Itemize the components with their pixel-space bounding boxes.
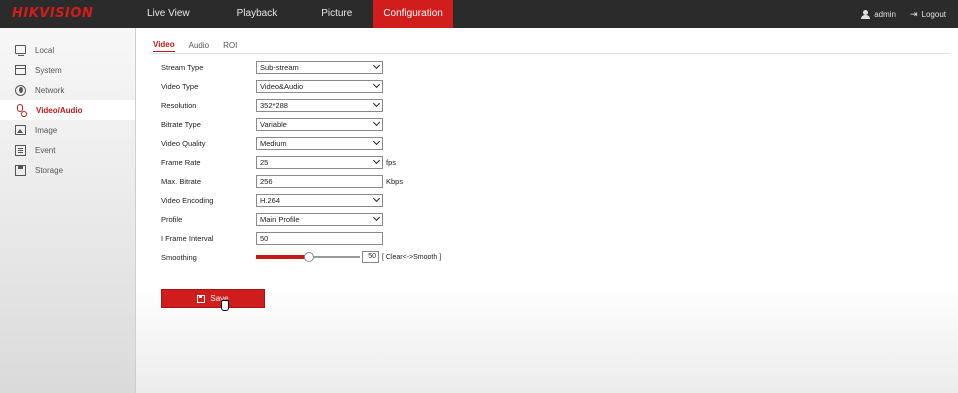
bitrate-type-select[interactable]: Variable bbox=[256, 117, 383, 131]
video-type-label: Video Type bbox=[161, 81, 199, 91]
main-nav: Live View Playback Picture Configuration bbox=[136, 0, 453, 28]
sidebar-item-label: Video/Audio bbox=[36, 105, 83, 115]
resolution-select[interactable]: 352*288 bbox=[256, 98, 383, 112]
top-navigation-bar: HIKVISION Live View Playback Picture Con… bbox=[0, 0, 958, 28]
sidebar-item-image[interactable]: Image bbox=[0, 120, 135, 140]
chevron-down-icon bbox=[373, 139, 379, 145]
resolution-row: Resolution 352*288 bbox=[161, 98, 383, 112]
sidebar-item-label: Local bbox=[35, 45, 55, 55]
i-frame-interval-input[interactable]: 50 bbox=[256, 231, 383, 245]
frame-rate-row: Frame Rate 25 fps bbox=[161, 155, 396, 169]
monitor-icon bbox=[15, 44, 26, 56]
sidebar-item-local[interactable]: Local bbox=[0, 40, 135, 60]
stream-type-row: Stream Type Sub-stream bbox=[161, 60, 383, 74]
chevron-down-icon bbox=[373, 82, 379, 88]
video-quality-row: Video Quality Medium bbox=[161, 136, 383, 150]
i-frame-interval-label: I Frame Interval bbox=[161, 233, 214, 243]
network-icon bbox=[15, 84, 26, 96]
sidebar-item-storage[interactable]: Storage bbox=[0, 160, 135, 180]
video-quality-label: Video Quality bbox=[161, 138, 206, 148]
video-type-row: Video Type Video&Audio bbox=[161, 79, 383, 93]
frame-rate-label: Frame Rate bbox=[161, 157, 201, 167]
sidebar: Local System Network Video/Audio Image E… bbox=[0, 28, 136, 393]
video-encoding-select[interactable]: H.264 bbox=[256, 193, 383, 207]
username-label[interactable]: admin bbox=[874, 10, 896, 19]
main-panel: Video Audio ROI Stream Type Sub-stream V… bbox=[136, 28, 958, 393]
profile-label: Profile bbox=[161, 214, 183, 224]
smoothing-hint: [ Clear<->Smooth ] bbox=[382, 253, 442, 261]
sidebar-item-label: System bbox=[35, 65, 62, 75]
nav-playback[interactable]: Playback bbox=[226, 0, 289, 28]
user-area: admin ⇥ Logout bbox=[861, 0, 946, 28]
slider-thumb[interactable] bbox=[304, 251, 314, 262]
system-icon bbox=[15, 65, 26, 75]
video-encoding-value: H.264 bbox=[260, 195, 281, 205]
video-quality-select[interactable]: Medium bbox=[256, 136, 383, 150]
hand-cursor-icon bbox=[221, 300, 229, 311]
save-button[interactable]: Save bbox=[161, 289, 265, 308]
video-encoding-label: Video Encoding bbox=[161, 195, 214, 205]
i-frame-interval-row: I Frame Interval 50 bbox=[161, 231, 383, 245]
stream-type-label: Stream Type bbox=[161, 62, 204, 72]
chevron-down-icon bbox=[373, 63, 379, 69]
video-type-value: Video&Audio bbox=[260, 81, 304, 91]
video-audio-icon bbox=[15, 104, 27, 117]
bitrate-type-row: Bitrate Type Variable bbox=[161, 117, 383, 131]
bitrate-type-label: Bitrate Type bbox=[161, 119, 201, 129]
video-quality-value: Medium bbox=[260, 138, 287, 148]
nav-configuration[interactable]: Configuration bbox=[373, 0, 453, 28]
stream-type-select[interactable]: Sub-stream bbox=[256, 60, 383, 74]
sidebar-item-network[interactable]: Network bbox=[0, 80, 135, 100]
smoothing-slider[interactable] bbox=[256, 251, 360, 263]
sidebar-item-label: Event bbox=[35, 145, 56, 155]
tab-bar: Video Audio ROI bbox=[153, 38, 251, 52]
smoothing-label: Smoothing bbox=[161, 252, 197, 262]
sidebar-item-label: Image bbox=[35, 125, 58, 135]
resolution-value: 352*288 bbox=[260, 100, 288, 110]
profile-row: Profile Main Profile bbox=[161, 212, 383, 226]
nav-picture[interactable]: Picture bbox=[310, 0, 363, 28]
chevron-down-icon bbox=[373, 215, 379, 221]
frame-rate-value: 25 bbox=[260, 157, 269, 167]
tab-roi[interactable]: ROI bbox=[223, 41, 237, 52]
slider-fill bbox=[256, 254, 308, 259]
logout-link[interactable]: Logout bbox=[922, 10, 946, 19]
event-icon bbox=[15, 144, 26, 156]
tab-audio[interactable]: Audio bbox=[189, 41, 209, 52]
sidebar-item-label: Network bbox=[35, 85, 65, 95]
hikvision-logo: HIKVISION bbox=[12, 6, 94, 21]
max-bitrate-label: Max. Bitrate bbox=[161, 176, 202, 186]
sidebar-item-system[interactable]: System bbox=[0, 60, 135, 80]
sidebar-item-label: Storage bbox=[35, 165, 64, 175]
user-icon bbox=[861, 9, 871, 19]
bitrate-type-value: Variable bbox=[260, 119, 287, 129]
max-bitrate-input[interactable]: 256 bbox=[256, 174, 383, 188]
sidebar-item-event[interactable]: Event bbox=[0, 140, 135, 160]
tab-video[interactable]: Video bbox=[153, 40, 175, 52]
resolution-label: Resolution bbox=[161, 100, 197, 110]
logout-icon[interactable]: ⇥ bbox=[910, 9, 918, 20]
save-icon bbox=[197, 294, 206, 303]
image-icon bbox=[15, 125, 26, 135]
chevron-down-icon bbox=[373, 196, 379, 202]
profile-value: Main Profile bbox=[260, 214, 300, 224]
smoothing-row: Smoothing 50 [ Clear<->Smooth ] bbox=[161, 250, 441, 264]
chevron-down-icon bbox=[373, 158, 379, 164]
frame-rate-unit: fps bbox=[386, 157, 397, 167]
max-bitrate-row: Max. Bitrate 256 Kbps bbox=[161, 174, 403, 188]
tab-divider bbox=[150, 53, 950, 54]
smoothing-value-box[interactable]: 50 bbox=[362, 251, 379, 263]
video-type-select[interactable]: Video&Audio bbox=[256, 79, 383, 93]
stream-type-value: Sub-stream bbox=[260, 62, 299, 72]
sidebar-item-video-audio[interactable]: Video/Audio bbox=[0, 100, 135, 120]
storage-icon bbox=[15, 164, 26, 176]
chevron-down-icon bbox=[373, 120, 379, 126]
frame-rate-select[interactable]: 25 bbox=[256, 155, 383, 169]
chevron-down-icon bbox=[373, 101, 379, 107]
video-encoding-row: Video Encoding H.264 bbox=[161, 193, 383, 207]
nav-live-view[interactable]: Live View bbox=[136, 0, 201, 28]
max-bitrate-unit: Kbps bbox=[386, 176, 404, 186]
profile-select[interactable]: Main Profile bbox=[256, 212, 383, 226]
